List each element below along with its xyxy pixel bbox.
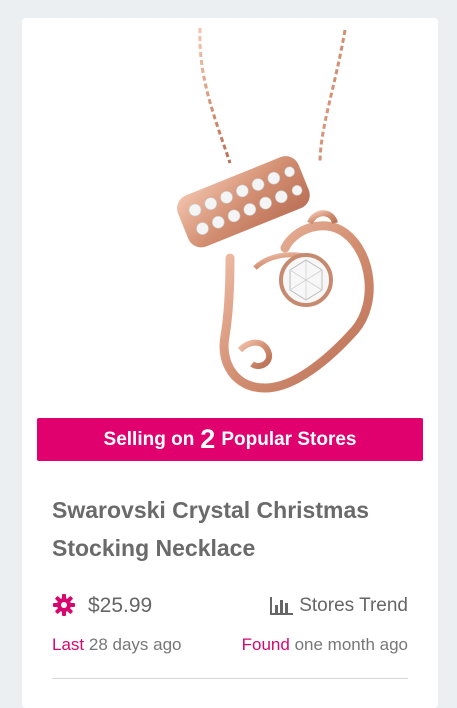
meta-row: Last 28 days ago Found one month ago bbox=[52, 635, 408, 659]
product-price: $25.99 bbox=[88, 594, 153, 617]
stores-trend-link[interactable]: Stores Trend bbox=[270, 595, 408, 617]
gear-icon bbox=[52, 593, 76, 617]
last-label: Last bbox=[52, 635, 85, 654]
selling-on-stores-banner: Selling on 2 Popular Stores bbox=[37, 418, 423, 461]
store-count: 2 bbox=[200, 424, 216, 454]
product-title[interactable]: Swarovski Crystal Christmas Stocking Nec… bbox=[52, 491, 412, 567]
found-label: Found bbox=[241, 635, 290, 654]
product-image[interactable] bbox=[22, 18, 438, 418]
banner-prefix: Selling on bbox=[103, 428, 195, 450]
bar-chart-icon bbox=[270, 597, 294, 615]
banner-suffix: Popular Stores bbox=[221, 428, 357, 450]
last-seen: Last 28 days ago bbox=[52, 635, 182, 655]
found-date: Found one month ago bbox=[242, 635, 408, 655]
stores-trend-label: Stores Trend bbox=[299, 595, 408, 616]
price-row: $25.99 Stores Trend bbox=[52, 591, 408, 621]
last-value: 28 days ago bbox=[88, 635, 182, 654]
found-value: one month ago bbox=[294, 635, 408, 654]
product-card[interactable]: Selling on 2 Popular Stores Swarovski Cr… bbox=[22, 18, 438, 708]
divider bbox=[52, 678, 408, 679]
